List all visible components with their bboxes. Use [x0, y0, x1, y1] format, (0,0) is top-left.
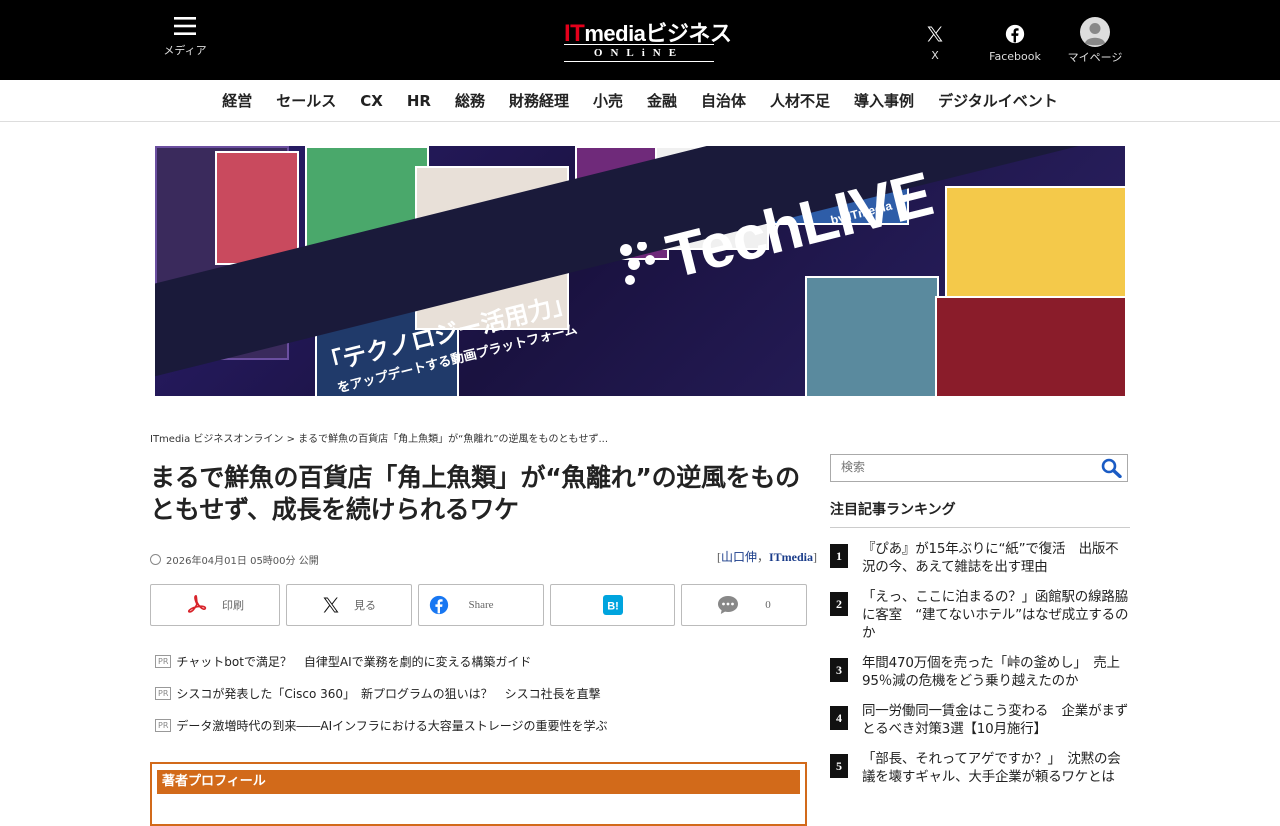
author-org: ITmedia: [768, 550, 813, 564]
ranking-item[interactable]: 2 「えっ、ここに泊まるの？」函館駅の線路脇に客室 “建てないホテル”はなぜ成立…: [830, 588, 1130, 642]
breadcrumb-home-link[interactable]: ITmedia ビジネスオンライン: [150, 434, 283, 445]
author-name-link[interactable]: 山口伸: [721, 550, 757, 564]
mypage-label: マイページ: [1067, 51, 1123, 64]
clock-icon: [150, 554, 161, 565]
site-header: メディア ITmediaビジネス ONLiNE X Facebook マイページ: [0, 0, 1280, 80]
pr-badge: PR: [155, 655, 172, 668]
nav-item-hr[interactable]: HR: [407, 80, 431, 122]
category-nav: 経営 セールス CX HR 総務 財務経理 小売 金融 自治体 人材不足 導入事例 デジタルイベント: [0, 80, 1280, 122]
nav-item-kinyu[interactable]: 金融: [647, 80, 677, 122]
nav-item-event[interactable]: デジタルイベント: [938, 80, 1058, 122]
pr-link-text[interactable]: データ激増時代の到来――AIインフラにおける大容量ストレージの重要性を学ぶ: [176, 717, 607, 734]
publish-date-text: 2026年04月01日 05時00分 公開: [166, 556, 319, 567]
pr-link-3[interactable]: PR データ激増時代の到来――AIインフラにおける大容量ストレージの重要性を学ぶ: [155, 717, 608, 734]
print-button[interactable]: 印刷: [150, 584, 280, 626]
breadcrumb: ITmedia ビジネスオンライン > まるで鮮魚の百貨店「角上魚類」が“魚離れ…: [150, 430, 608, 445]
author-profile-box: 著者プロフィール: [150, 762, 807, 826]
ranking-link[interactable]: 「えっ、ここに泊まるの？」函館駅の線路脇に客室 “建てないホテル”はなぜ成立する…: [862, 588, 1130, 642]
media-menu-label: メディア: [163, 44, 207, 57]
media-menu-button[interactable]: メディア: [155, 16, 215, 58]
comment-count: 0: [765, 599, 771, 611]
pr-link-2[interactable]: PR シスコが発表した「Cisco 360」 新プログラムの狙いは？ シスコ社長を…: [155, 685, 601, 702]
ranking-link[interactable]: 『ぴあ』が15年ぶりに“紙”で復活 出版不況の今、あえて雑誌を出す理由: [862, 540, 1130, 576]
search-box: [830, 454, 1128, 482]
hamburger-icon: [174, 17, 196, 35]
facebook-share-button[interactable]: Share: [418, 584, 544, 626]
author-bracket-close: ]: [813, 550, 817, 564]
publish-date: 2026年04月01日 05時00分 公開: [150, 552, 319, 567]
nav-item-keiei[interactable]: 経営: [222, 80, 252, 122]
ranking-item[interactable]: 3 年間470万個を売った「峠の釜めし」 売上95％減の危機をどう乗り越えたのか: [830, 654, 1130, 690]
author-credit: [山口伸，ITmedia]: [717, 548, 817, 565]
comment-button[interactable]: 0: [681, 584, 807, 626]
ranking-number: 2: [830, 592, 848, 616]
x-logo-icon: [927, 26, 943, 42]
nav-item-sales[interactable]: セールス: [276, 80, 336, 122]
search-icon[interactable]: [1101, 458, 1123, 478]
ranking-item[interactable]: 1 『ぴあ』が15年ぶりに“紙”で復活 出版不況の今、あえて雑誌を出す理由: [830, 540, 1130, 576]
breadcrumb-current: まるで鮮魚の百貨店「角上魚類」が“魚離れ”の逆風をものともせず...: [298, 434, 609, 445]
ranking-link[interactable]: 同一労働同一賃金はこう変わる 企業がまずとるべき対策3選【10月施行】: [862, 702, 1130, 738]
facebook-logo-icon: [429, 595, 449, 615]
facebook-share-label: Share: [468, 599, 494, 611]
techlive-dots-icon: [620, 242, 655, 285]
x-label: X: [931, 49, 939, 62]
hatena-bookmark-icon: B!: [602, 595, 623, 615]
ranking-number: 3: [830, 658, 848, 682]
ranking-link[interactable]: 「部長、それってアゲですか？」 沈黙の会議を壊すギャル、大手企業が頼るワケとは: [862, 750, 1130, 786]
site-logo[interactable]: ITmediaビジネス ONLiNE: [564, 16, 732, 62]
facebook-link-button[interactable]: Facebook: [985, 16, 1045, 63]
ranking-number: 4: [830, 706, 848, 730]
mypage-button[interactable]: マイページ: [1065, 16, 1125, 65]
x-logo-icon: [323, 597, 339, 613]
techlive-ad-banner[interactable]: TechLIVE by ITmedia 「テクノロジー活用力」 をアップデートす…: [155, 146, 1125, 396]
ranking-item[interactable]: 4 同一労働同一賃金はこう変わる 企業がまずとるべき対策3選【10月施行】: [830, 702, 1130, 738]
facebook-label: Facebook: [989, 50, 1041, 63]
user-avatar-icon: [1080, 17, 1110, 47]
nav-item-jinzai[interactable]: 人材不足: [770, 80, 830, 122]
nav-item-cx[interactable]: CX: [360, 80, 383, 122]
pr-badge: PR: [155, 719, 172, 732]
facebook-logo-icon: [1005, 24, 1025, 44]
x-share-button[interactable]: 見る: [286, 584, 412, 626]
ranking-link[interactable]: 年間470万個を売った「峠の釜めし」 売上95％減の危機をどう乗り越えたのか: [862, 654, 1130, 690]
article-title: まるで鮮魚の百貨店「角上魚類」が“魚離れ”の逆風をものともせず、成長を続けられる…: [150, 463, 800, 524]
nav-item-soumu[interactable]: 総務: [455, 80, 485, 122]
ranking-number: 1: [830, 544, 848, 568]
pdf-print-icon: [187, 595, 207, 613]
hatena-bookmark-button[interactable]: B!: [550, 584, 675, 626]
author-profile-heading: 著者プロフィール: [157, 770, 800, 794]
nav-item-jirei[interactable]: 導入事例: [854, 80, 914, 122]
print-label: 印刷: [222, 600, 244, 612]
pr-link-1[interactable]: PR チャットbotで満足？ 自律型AIで業務を劇的に変える構築ガイド: [155, 653, 531, 670]
author-separator: ，: [756, 550, 769, 564]
pr-link-text[interactable]: シスコが発表した「Cisco 360」 新プログラムの狙いは？ シスコ社長を直撃: [176, 685, 600, 702]
x-share-label: 見る: [354, 600, 376, 612]
comment-bubble-icon: [718, 596, 739, 614]
ranking-title: 注目記事ランキング: [830, 499, 1130, 528]
svg-text:B!: B!: [607, 601, 619, 613]
search-input[interactable]: [831, 455, 1101, 479]
ranking-item[interactable]: 5 「部長、それってアゲですか？」 沈黙の会議を壊すギャル、大手企業が頼るワケと…: [830, 750, 1130, 786]
nav-item-jichitai[interactable]: 自治体: [701, 80, 746, 122]
ranking-number: 5: [830, 754, 848, 778]
x-link-button[interactable]: X: [905, 16, 965, 62]
nav-item-kouri[interactable]: 小売: [593, 80, 623, 122]
pr-link-text[interactable]: チャットbotで満足？ 自律型AIで業務を劇的に変える構築ガイド: [176, 653, 531, 670]
nav-item-zaimu[interactable]: 財務経理: [509, 80, 569, 122]
logo-sub: ONLiNE: [564, 44, 714, 62]
pr-badge: PR: [155, 687, 172, 700]
breadcrumb-separator: >: [283, 434, 299, 445]
